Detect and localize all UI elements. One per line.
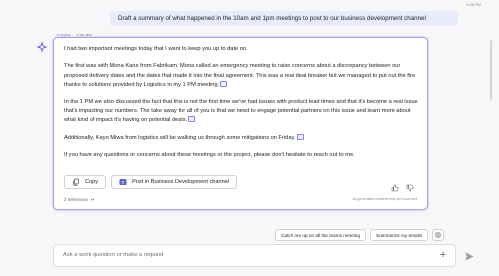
teams-channel-icon: T <box>119 179 127 185</box>
citation-marker[interactable] <box>220 80 228 87</box>
chat-window: 3:05 PM Draft a summary of what happened… <box>0 0 499 276</box>
suggestion-chips: Catch me up on all the teams meeting Sum… <box>275 229 445 241</box>
svg-text:T: T <box>122 180 125 185</box>
references-label: 3 references <box>64 197 88 202</box>
user-message-bubble: Draft a summary of what happened in the … <box>110 11 458 26</box>
refresh-suggestions-button[interactable] <box>432 229 445 241</box>
copilot-response-card: I had two important meetings today that … <box>53 37 428 210</box>
suggestion-chip[interactable]: Catch me up on all the teams meeting <box>275 229 366 241</box>
thumbs-up-icon <box>391 184 399 192</box>
scrollbar-thumb[interactable] <box>490 40 492 100</box>
plus-icon: + <box>439 249 447 261</box>
scrollbar[interactable] <box>489 30 493 220</box>
response-paragraph: If you have any questions or concerns ab… <box>64 152 355 159</box>
response-paragraph: In the 1 PM we also discussed the fact t… <box>64 99 418 124</box>
copy-icon <box>73 178 79 186</box>
response-paragraph: The first was with Mona Kane from Fabrik… <box>64 63 416 88</box>
message-timestamp: 3:05 PM <box>466 2 481 7</box>
post-label: Post in Business Development channel <box>132 179 230 185</box>
suggestion-chip[interactable]: Summarize my emails <box>369 229 429 241</box>
compose-box: + <box>53 244 456 267</box>
copy-button[interactable]: Copy <box>64 175 107 189</box>
user-message-text: Draft a summary of what happened in the … <box>118 15 426 22</box>
response-body: I had two important meetings today that … <box>64 45 419 169</box>
response-paragraph: Additionally, Kayo Miwa from logistics w… <box>64 133 419 143</box>
compose-input[interactable] <box>63 252 423 258</box>
post-in-channel-button[interactable]: T Post in Business Development channel <box>111 175 238 189</box>
references-toggle[interactable]: 3 references <box>64 197 95 202</box>
copy-label: Copy <box>85 179 99 185</box>
thumbs-down-icon <box>406 184 414 192</box>
send-icon[interactable] <box>464 251 475 262</box>
citation-marker[interactable] <box>188 116 196 123</box>
add-attachment-button[interactable]: + <box>437 249 449 262</box>
thumbs-up-button[interactable] <box>391 179 399 192</box>
thumbs-down-button[interactable] <box>406 179 414 192</box>
response-paragraph: I had two important meetings today that … <box>64 46 248 52</box>
copilot-logo-icon <box>36 41 48 53</box>
response-actions: Copy T Post in Business Development chan… <box>64 175 238 190</box>
citation-marker[interactable] <box>296 133 304 140</box>
refresh-icon <box>435 232 441 238</box>
chevron-down-icon <box>90 198 95 201</box>
ai-disclaimer: AI-generated content may be incorrect <box>352 197 417 201</box>
